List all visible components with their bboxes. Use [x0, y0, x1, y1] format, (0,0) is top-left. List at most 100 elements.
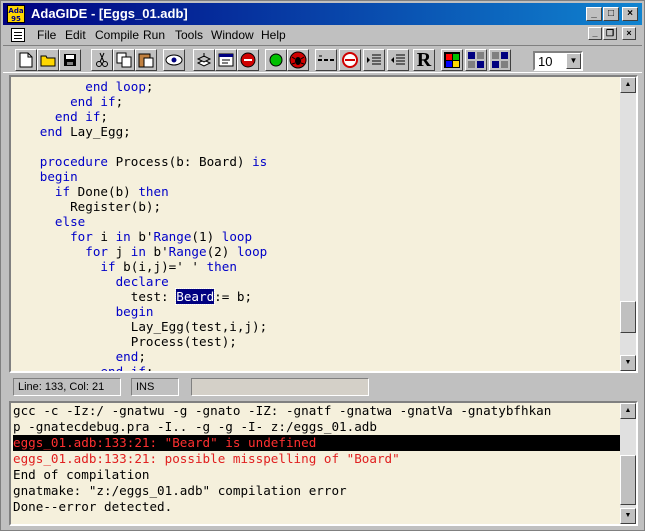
- open-button[interactable]: [37, 49, 59, 71]
- code-line[interactable]: for i in b'Range(1) loop: [17, 229, 620, 244]
- cut-button[interactable]: [91, 49, 113, 71]
- code-line[interactable]: procedure Process(b: Board) is: [17, 154, 620, 169]
- code-line[interactable]: end loop;: [17, 79, 620, 94]
- code-line[interactable]: [17, 139, 620, 154]
- mdi-restore-button[interactable]: ❐: [603, 27, 617, 40]
- indent-button[interactable]: [363, 49, 385, 71]
- code-line[interactable]: declare: [17, 274, 620, 289]
- mdi-close-icon: ×: [626, 28, 632, 38]
- paste-button[interactable]: [135, 49, 157, 71]
- run-debug-button[interactable]: [287, 49, 309, 71]
- stop-icon: [240, 52, 256, 68]
- view-eye-icon: [165, 54, 183, 66]
- menu-window[interactable]: Window: [211, 28, 254, 42]
- keyword-token: Range: [168, 244, 207, 259]
- output-vertical-scrollbar[interactable]: ▲ ▼: [620, 403, 636, 524]
- code-token: := b;: [214, 289, 253, 304]
- output-line[interactable]: gcc -c -Iz:/ -gnatwu -g -gnato -IZ: -gna…: [13, 403, 620, 419]
- code-line[interactable]: end Lay_Egg;: [17, 124, 620, 139]
- output-error-line[interactable]: eggs_01.adb:133:21: "Beard" is undefined: [13, 435, 620, 451]
- menu-compile[interactable]: Compile: [95, 28, 139, 42]
- title-bar[interactable]: Ada 95 AdaGIDE - [Eggs_01.adb] _ □ ×: [3, 3, 642, 25]
- editor-scroll-up-button[interactable]: ▲: [620, 77, 636, 93]
- menu-tools[interactable]: Tools: [175, 28, 203, 42]
- run-button[interactable]: [265, 49, 287, 71]
- menu-file[interactable]: File: [37, 28, 56, 42]
- editor-pane[interactable]: end loop; end if; end if; end Lay_Egg; p…: [9, 75, 638, 373]
- code-line[interactable]: Lay_Egg(test,i,j);: [17, 319, 620, 334]
- editor-scroll-thumb[interactable]: [620, 301, 636, 333]
- code-line[interactable]: Process(test);: [17, 334, 620, 349]
- keyword-token: end: [39, 124, 63, 139]
- minimize-icon: _: [591, 8, 597, 19]
- windows-flag-icon: [444, 52, 460, 68]
- code-line[interactable]: if b(i,j)=' ' then: [17, 259, 620, 274]
- debug-icon: [218, 53, 234, 67]
- arrow-down-icon: ▼: [624, 359, 632, 366]
- ada95-app-icon[interactable]: Ada 95: [7, 5, 25, 23]
- timer-button[interactable]: [339, 49, 361, 71]
- maximize-button[interactable]: □: [603, 7, 619, 21]
- editor-vertical-scrollbar[interactable]: ▲ ▼: [620, 77, 636, 371]
- adagide-window: Ada 95 AdaGIDE - [Eggs_01.adb] _ □ × Fil…: [0, 0, 645, 531]
- copy-button[interactable]: [113, 49, 135, 71]
- translate-button[interactable]: [465, 49, 487, 71]
- output-scroll-thumb[interactable]: [620, 455, 636, 505]
- code-line[interactable]: end if;: [17, 94, 620, 109]
- compile-button[interactable]: [193, 49, 215, 71]
- code-line[interactable]: end if;: [17, 109, 620, 124]
- close-button[interactable]: ×: [622, 7, 638, 21]
- menu-help[interactable]: Help: [261, 28, 286, 42]
- keyword-token: begin: [115, 304, 154, 319]
- options-button[interactable]: [489, 49, 511, 71]
- mdi-close-button[interactable]: ×: [622, 27, 636, 40]
- code-line[interactable]: end;: [17, 349, 620, 364]
- output-error-line[interactable]: eggs_01.adb:133:21: possible misspelling…: [13, 451, 620, 467]
- code-token: b(i,j)=' ': [115, 259, 207, 274]
- font-size-select[interactable]: 10 ▼: [533, 51, 583, 71]
- code-line[interactable]: if Done(b) then: [17, 184, 620, 199]
- output-line[interactable]: gnatmake: "z:/eggs_01.adb" compilation e…: [13, 483, 620, 499]
- outdent-button[interactable]: [387, 49, 409, 71]
- code-line[interactable]: end if;: [17, 364, 620, 371]
- output-scroll-down-button[interactable]: ▼: [620, 508, 636, 524]
- output-line[interactable]: p -gnatecdebug.pra -I.. -g -g -I- z:/egg…: [13, 419, 620, 435]
- output-line[interactable]: End of compilation: [13, 467, 620, 483]
- code-token: ;: [100, 109, 109, 124]
- output-pane[interactable]: gcc -c -Iz:/ -gnatwu -g -gnato -IZ: -gna…: [9, 401, 638, 526]
- font-size-dropdown-button[interactable]: ▼: [566, 53, 581, 69]
- view-button[interactable]: [163, 49, 185, 71]
- code-line[interactable]: begin: [17, 169, 620, 184]
- compiler-output[interactable]: gcc -c -Iz:/ -gnatwu -g -gnato -IZ: -gna…: [11, 403, 620, 524]
- step-button[interactable]: [315, 49, 337, 71]
- keyword-token: end if: [70, 94, 116, 109]
- minimize-button[interactable]: _: [586, 7, 602, 21]
- save-button[interactable]: [59, 49, 81, 71]
- reformat-button[interactable]: R: [413, 49, 435, 71]
- code-line[interactable]: test: Beard:= b;: [17, 288, 620, 305]
- stop-button[interactable]: [237, 49, 259, 71]
- debug-button[interactable]: [215, 49, 237, 71]
- output-line[interactable]: Done--error detected.: [13, 499, 620, 515]
- document-icon[interactable]: [11, 28, 25, 42]
- mdi-minimize-button[interactable]: _: [588, 27, 602, 40]
- new-file-button[interactable]: [15, 49, 37, 71]
- menu-run[interactable]: Run: [143, 28, 165, 42]
- windows-button[interactable]: [441, 49, 463, 71]
- code-line[interactable]: for j in b'Range(2) loop: [17, 244, 620, 259]
- arrow-up-icon: ▲: [624, 407, 632, 414]
- output-scroll-up-button[interactable]: ▲: [620, 403, 636, 419]
- code-line[interactable]: begin: [17, 304, 620, 319]
- code-line[interactable]: else: [17, 214, 620, 229]
- step-icon: [318, 55, 334, 61]
- code-line[interactable]: Register(b);: [17, 199, 620, 214]
- menu-edit[interactable]: Edit: [65, 28, 86, 42]
- keyword-token: is: [252, 154, 268, 169]
- code-editor[interactable]: end loop; end if; end if; end Lay_Egg; p…: [11, 77, 620, 371]
- editor-scroll-down-button[interactable]: ▼: [620, 355, 636, 371]
